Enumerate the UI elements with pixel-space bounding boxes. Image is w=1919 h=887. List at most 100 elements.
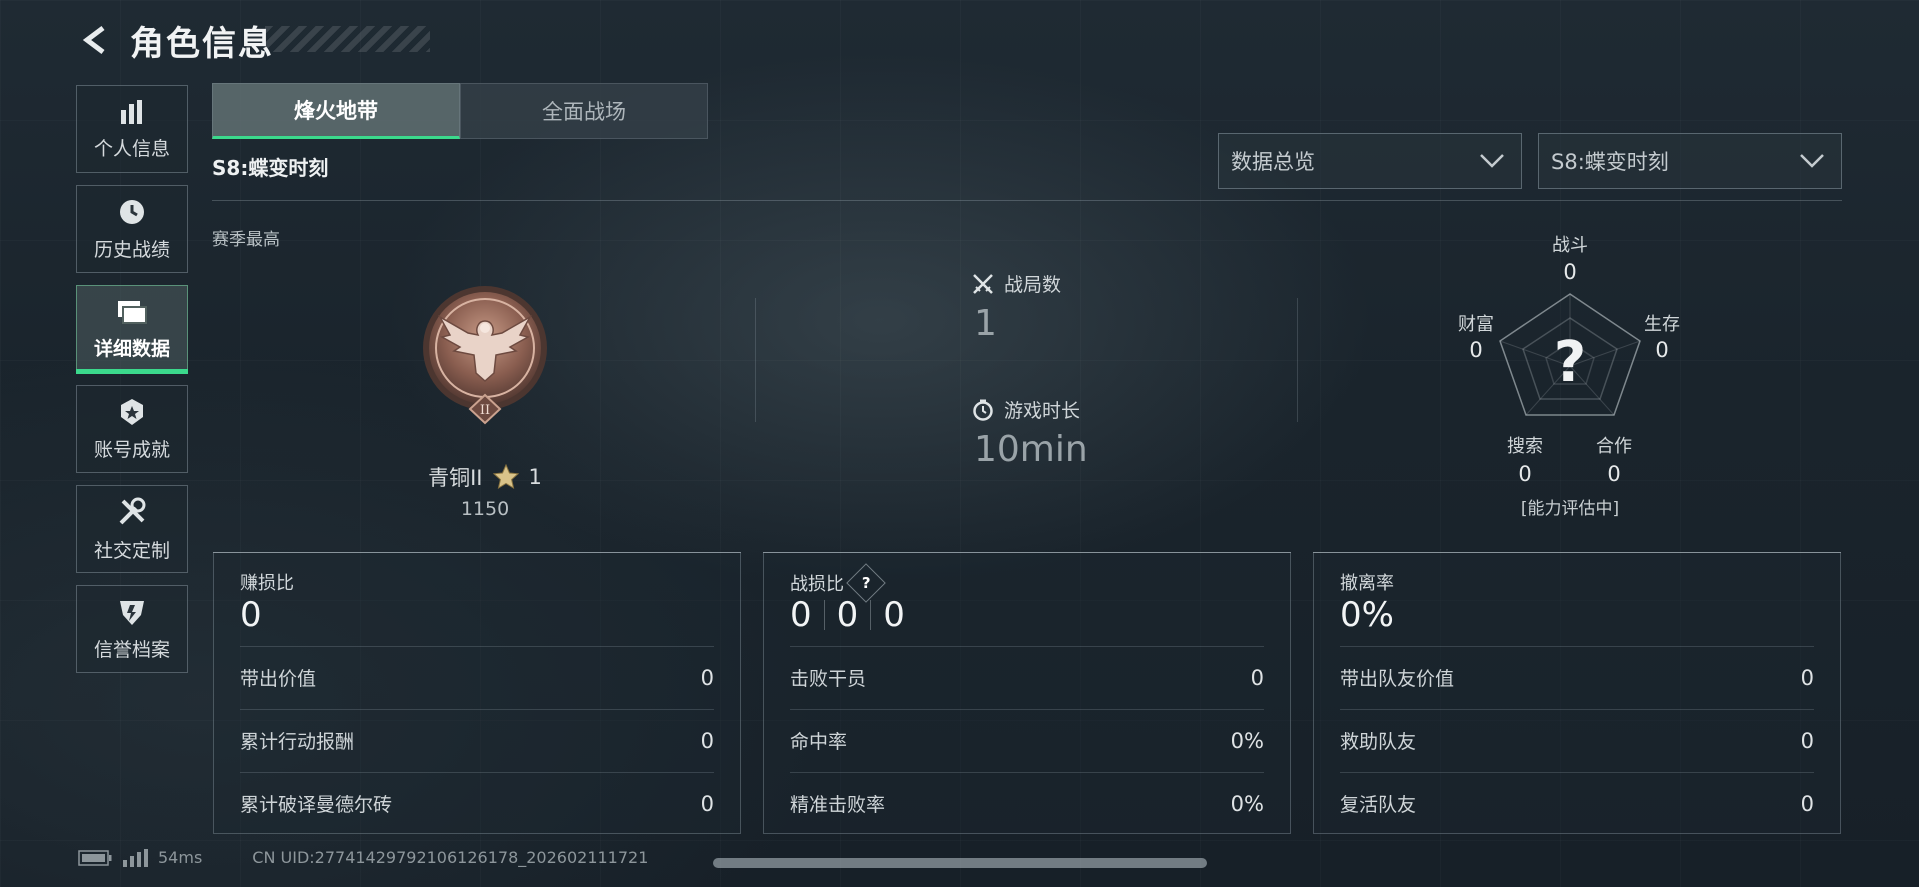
row-value: 0% — [1230, 791, 1264, 816]
stopwatch-icon — [973, 399, 993, 421]
tools-icon — [119, 497, 146, 524]
data-type-dropdown[interactable]: 数据总览 — [1218, 133, 1522, 189]
rank-name: 青铜II — [428, 466, 483, 490]
kd-value-3: 0 — [883, 595, 905, 635]
card-row: 累计行动报酬 0 — [240, 709, 714, 771]
card-row: 复活队友 0 — [1340, 772, 1814, 834]
status-footer: 54ms CN UID:27741429792106126178_2026021… — [78, 848, 648, 867]
page-title: 角色信息 — [130, 23, 274, 64]
card-title-line: 战损比 ? — [790, 563, 886, 603]
radar-value-search: 0 — [1518, 462, 1532, 486]
radar-label-search: 搜索 — [1507, 436, 1543, 457]
signal-icon — [123, 848, 148, 867]
card-row: 带出队友价值 0 — [1340, 646, 1814, 708]
horizontal-scrollbar[interactable] — [713, 858, 1207, 868]
title-decoration — [265, 26, 430, 52]
back-arrow-icon — [82, 26, 105, 54]
stat-value: 1 — [974, 303, 997, 344]
sidebar-item-history[interactable]: 历史战绩 — [76, 185, 188, 273]
card-row: 带出价值 0 — [240, 646, 714, 708]
chevron-down-icon — [1480, 154, 1504, 168]
radar-value-cooperation: 0 — [1607, 462, 1621, 486]
row-value: 0 — [1800, 665, 1814, 690]
stat-label: 战局数 — [1004, 274, 1062, 296]
sidebar-item-label: 个人信息 — [93, 137, 170, 160]
sidebar-item-label: 账号成就 — [93, 438, 170, 461]
user-uid: CN UID:27741429792106126178_202602111721 — [252, 848, 649, 867]
row-label: 带出队友价值 — [1340, 668, 1455, 690]
radar-label-wealth: 财富 — [1458, 314, 1494, 335]
history-clock-icon — [120, 199, 144, 224]
battery-icon — [78, 849, 112, 866]
card-row: 击败干员 0 — [790, 646, 1264, 708]
extract-card: 撤离率 0% 带出队友价值 0 救助队友 0 复活队友 0 — [1313, 552, 1841, 834]
row-label: 精准击败率 — [790, 794, 886, 816]
sidebar-item-achievements[interactable]: 账号成就 — [76, 385, 188, 473]
chevron-down-icon — [1800, 154, 1824, 168]
dropdown-selected-value: S8:蝶变时刻 — [1551, 150, 1669, 174]
row-label: 命中率 — [790, 731, 848, 753]
stat-value: 10min — [974, 429, 1088, 470]
page-header: 角色信息 — [78, 18, 274, 64]
card-value: 0 — [240, 595, 262, 635]
card-value: 0% — [1340, 595, 1394, 635]
kd-values: 0 0 0 — [790, 595, 905, 635]
svg-text:II: II — [480, 403, 490, 418]
radar-value-combat: 0 — [1563, 260, 1577, 284]
bar-chart-icon — [121, 99, 142, 124]
folder-stack-icon — [118, 300, 147, 324]
achievement-badge-icon — [121, 398, 143, 425]
row-value: 0 — [700, 665, 714, 690]
back-button[interactable] — [78, 23, 112, 57]
sidebar-item-label: 详细数据 — [93, 337, 170, 360]
radar-status: [能力评估中] — [1520, 499, 1620, 519]
radar-label-combat: 战斗 — [1552, 235, 1588, 256]
sidebar-item-label: 历史战绩 — [93, 238, 170, 261]
row-value: 0% — [1230, 728, 1264, 753]
value-separator — [870, 600, 872, 630]
card-title: 撤离率 — [1340, 573, 1394, 594]
stat-label: 游戏时长 — [1004, 400, 1081, 422]
mode-tabs: 烽火地带 全面战场 — [212, 83, 708, 139]
sidebar-item-social[interactable]: 社交定制 — [76, 485, 188, 573]
row-label: 复活队友 — [1340, 794, 1417, 816]
radar-value-survival: 0 — [1655, 338, 1669, 362]
star-icon — [492, 464, 519, 490]
section-divider — [755, 298, 756, 422]
row-value: 0 — [1250, 665, 1264, 690]
sidebar-item-personal-info[interactable]: 个人信息 — [76, 85, 188, 173]
card-row: 救助队友 0 — [1340, 709, 1814, 771]
value-separator — [823, 600, 825, 630]
sidebar-item-credit[interactable]: 信誉档案 — [76, 585, 188, 673]
rank-score: 1150 — [460, 498, 510, 520]
sidebar-item-detailed-data[interactable]: 详细数据 — [76, 285, 188, 374]
help-icon: ? — [861, 573, 871, 592]
season-dropdown[interactable]: S8:蝶变时刻 — [1538, 133, 1842, 189]
dropdown-selected-value: 数据总览 — [1231, 150, 1315, 174]
ping-value: 54ms — [158, 848, 203, 867]
card-row: 命中率 0% — [790, 709, 1264, 771]
row-label: 累计破译曼德尔砖 — [240, 794, 393, 816]
sidebar: 个人信息 历史战绩 详细数据 账号成就 社交定制 信誉档案 — [76, 85, 188, 685]
sidebar-item-label: 社交定制 — [93, 539, 170, 562]
kd-value-2: 0 — [836, 595, 859, 635]
row-label: 救助队友 — [1340, 731, 1417, 753]
card-title: 战损比 — [790, 574, 844, 595]
card-row: 精准击败率 0% — [790, 772, 1264, 834]
radar-value-wealth: 0 — [1469, 338, 1483, 362]
row-value: 0 — [700, 728, 714, 753]
combat-card: 战损比 ? 0 0 0 击败干员 0 命中率 0% 精准击败率 0% — [763, 552, 1291, 834]
tab-warzone[interactable]: 烽火地带 — [212, 83, 460, 139]
radar-unknown-mark: ? — [1553, 330, 1587, 395]
header-divider — [212, 200, 1842, 201]
crossed-swords-icon — [973, 273, 993, 294]
playtime-stat: 游戏时长 10min — [972, 396, 1088, 470]
tab-full-battlefield[interactable]: 全面战场 — [460, 83, 708, 139]
row-value: 0 — [700, 791, 714, 816]
card-title: 赚损比 — [240, 573, 294, 594]
season-high-label: 赛季最高 — [212, 230, 280, 250]
bronze-rank-medal-icon: II — [423, 286, 547, 425]
rank-line: 青铜II 1 — [380, 462, 590, 492]
row-label: 击败干员 — [790, 668, 867, 690]
row-label: 带出价值 — [240, 668, 317, 690]
